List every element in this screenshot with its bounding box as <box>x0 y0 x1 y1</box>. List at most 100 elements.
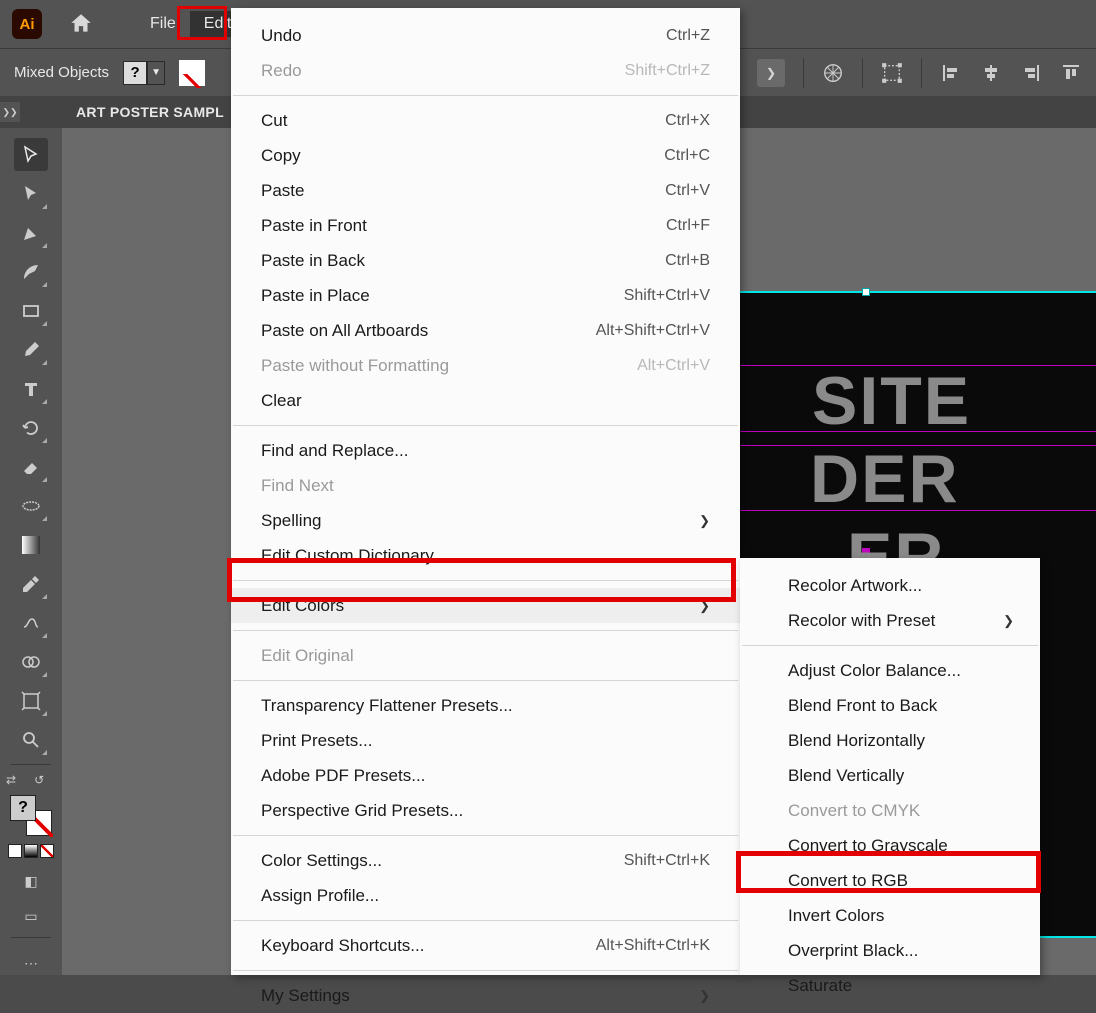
menu-item-print-presets[interactable]: Print Presets... <box>231 723 740 758</box>
menu-item-label: Paste in Front <box>261 216 367 236</box>
menu-item-label: Saturate <box>788 976 852 996</box>
stroke-swatch-button[interactable] <box>179 60 205 86</box>
menu-item-label: Blend Front to Back <box>788 696 937 716</box>
submenu-item-overprint-black[interactable]: Overprint Black... <box>740 933 1040 968</box>
menu-item-perspective-grid-presets[interactable]: Perspective Grid Presets... <box>231 793 740 828</box>
opału-dropdown-icon[interactable]: ❯ <box>757 59 785 87</box>
align-top-icon[interactable] <box>1060 62 1082 84</box>
submenu-item-invert-colors[interactable]: Invert Colors <box>740 898 1040 933</box>
menu-item-adobe-pdf-presets[interactable]: Adobe PDF Presets... <box>231 758 740 793</box>
submenu-item-convert-to-rgb[interactable]: Convert to RGB <box>740 863 1040 898</box>
transform-icon[interactable] <box>881 62 903 84</box>
document-tab[interactable]: ART POSTER SAMPL <box>76 104 224 120</box>
fill-dropdown-icon[interactable]: ▼ <box>147 61 165 85</box>
menu-item-label: Paste on All Artboards <box>261 321 428 341</box>
gradient-tool[interactable] <box>14 528 48 561</box>
menu-item-find-and-replace[interactable]: Find and Replace... <box>231 433 740 468</box>
menu-item-edit-colors[interactable]: Edit Colors❯ <box>231 588 740 623</box>
menu-item-label: Blend Vertically <box>788 766 904 786</box>
paintbrush-tool[interactable] <box>14 333 48 366</box>
eraser-tool[interactable] <box>14 450 48 483</box>
artwork-text: DER <box>810 440 960 518</box>
color-mode-gradient-icon[interactable] <box>24 844 38 858</box>
fill-swatch-button[interactable]: ? <box>123 61 147 85</box>
menu-item-label: Invert Colors <box>788 906 884 926</box>
menu-item-assign-profile[interactable]: Assign Profile... <box>231 878 740 913</box>
align-center-icon[interactable] <box>980 62 1002 84</box>
menu-item-paste-in-place[interactable]: Paste in PlaceShift+Ctrl+V <box>231 278 740 313</box>
menu-item-shortcut: Alt+Shift+Ctrl+K <box>596 937 710 955</box>
type-tool[interactable] <box>14 372 48 405</box>
pen-tool[interactable] <box>14 216 48 249</box>
menu-item-color-settings[interactable]: Color Settings...Shift+Ctrl+K <box>231 843 740 878</box>
submenu-item-blend-front-to-back[interactable]: Blend Front to Back <box>740 688 1040 723</box>
menu-item-label: Print Presets... <box>261 731 372 751</box>
width-tool[interactable] <box>14 489 48 522</box>
screen-mode-icon[interactable]: ▭ <box>14 905 48 928</box>
rotate-tool[interactable] <box>14 411 48 444</box>
menu-item-paste-in-front[interactable]: Paste in FrontCtrl+F <box>231 208 740 243</box>
submenu-item-blend-vertically[interactable]: Blend Vertically <box>740 758 1040 793</box>
menu-item-paste-on-all-artboards[interactable]: Paste on All Artboards Alt+Shift+Ctrl+V <box>231 313 740 348</box>
menu-item-copy[interactable]: CopyCtrl+C <box>231 138 740 173</box>
submenu-item-saturate[interactable]: Saturate <box>740 968 1040 1003</box>
menu-item-paste-without-formatting: Paste without FormattingAlt+Ctrl+V <box>231 348 740 383</box>
menu-item-label: My Settings <box>261 986 350 1006</box>
artboard-tool[interactable] <box>14 684 48 717</box>
fill-color-icon[interactable]: ? <box>10 795 36 821</box>
menu-item-redo: RedoShift+Ctrl+Z <box>231 53 740 88</box>
submenu-item-blend-horizontally[interactable]: Blend Horizontally <box>740 723 1040 758</box>
shape-builder-tool[interactable] <box>14 645 48 678</box>
fill-stroke-indicator[interactable]: ? <box>10 795 52 836</box>
expand-panel-icon[interactable]: ❯❯ <box>0 102 20 122</box>
edit-colors-submenu: Recolor Artwork...Recolor with Preset❯ Ad… <box>740 558 1040 975</box>
menu-item-clear[interactable]: Clear <box>231 383 740 418</box>
recolor-icon[interactable] <box>822 62 844 84</box>
eyedropper-tool[interactable] <box>14 567 48 600</box>
swap-fill-stroke-icon[interactable]: ⇄ <box>6 773 16 787</box>
main-menu-bar: File Edit <box>136 11 245 37</box>
align-left-icon[interactable] <box>940 62 962 84</box>
rectangle-tool[interactable] <box>14 294 48 327</box>
submenu-item-convert-to-grayscale[interactable]: Convert to Grayscale <box>740 828 1040 863</box>
artwork-text: SITE <box>812 362 971 440</box>
menu-item-edit-custom-dictionary[interactable]: Edit Custom Dictionary... <box>231 538 740 573</box>
menu-item-label: Adjust Color Balance... <box>788 661 961 681</box>
menu-file[interactable]: File <box>136 11 190 37</box>
menu-item-paste-in-back[interactable]: Paste in BackCtrl+B <box>231 243 740 278</box>
menu-item-shortcut: Alt+Ctrl+V <box>637 357 710 375</box>
submenu-item-recolor-artwork[interactable]: Recolor Artwork... <box>740 568 1040 603</box>
separator <box>862 58 863 88</box>
menu-item-label: Color Settings... <box>261 851 382 871</box>
menu-item-spelling[interactable]: Spelling❯ <box>231 503 740 538</box>
menu-item-undo[interactable]: UndoCtrl+Z <box>231 18 740 53</box>
menu-item-paste[interactable]: PasteCtrl+V <box>231 173 740 208</box>
separator <box>921 58 922 88</box>
menu-item-shortcut: Shift+Ctrl+V <box>624 287 710 305</box>
color-mode-solid-icon[interactable] <box>8 844 22 858</box>
selection-handle[interactable] <box>862 288 870 296</box>
align-right-icon[interactable] <box>1020 62 1042 84</box>
menu-item-cut[interactable]: CutCtrl+X <box>231 103 740 138</box>
menu-item-my-settings[interactable]: My Settings❯ <box>231 978 740 1013</box>
tools-panel: ⇄ ↺ ? ◧ ▭ ⋯ <box>0 128 62 975</box>
menu-item-keyboard-shortcuts[interactable]: Keyboard Shortcuts...Alt+Shift+Ctrl+K <box>231 928 740 963</box>
menu-item-shortcut: Ctrl+C <box>664 147 710 165</box>
color-mode-none-icon[interactable] <box>40 844 54 858</box>
draw-mode-icon[interactable]: ◧ <box>14 870 48 893</box>
edit-toolbar-icon[interactable]: ⋯ <box>14 952 48 975</box>
menu-item-shortcut: Alt+Shift+Ctrl+V <box>596 322 710 340</box>
submenu-item-adjust-color-balance[interactable]: Adjust Color Balance... <box>740 653 1040 688</box>
menu-item-transparency-flattener-presets[interactable]: Transparency Flattener Presets... <box>231 688 740 723</box>
selection-tool[interactable] <box>14 138 48 171</box>
selection-edge <box>730 291 1096 293</box>
curvature-tool[interactable] <box>14 255 48 288</box>
menu-item-label: Convert to Grayscale <box>788 836 948 856</box>
direct-selection-tool[interactable] <box>14 177 48 210</box>
default-fill-stroke-icon[interactable]: ↺ <box>34 773 44 787</box>
menu-item-label: Edit Original <box>261 646 354 666</box>
home-icon[interactable] <box>68 11 94 37</box>
submenu-item-recolor-with-preset[interactable]: Recolor with Preset❯ <box>740 603 1040 638</box>
zoom-tool[interactable] <box>14 723 48 756</box>
blend-tool[interactable] <box>14 606 48 639</box>
